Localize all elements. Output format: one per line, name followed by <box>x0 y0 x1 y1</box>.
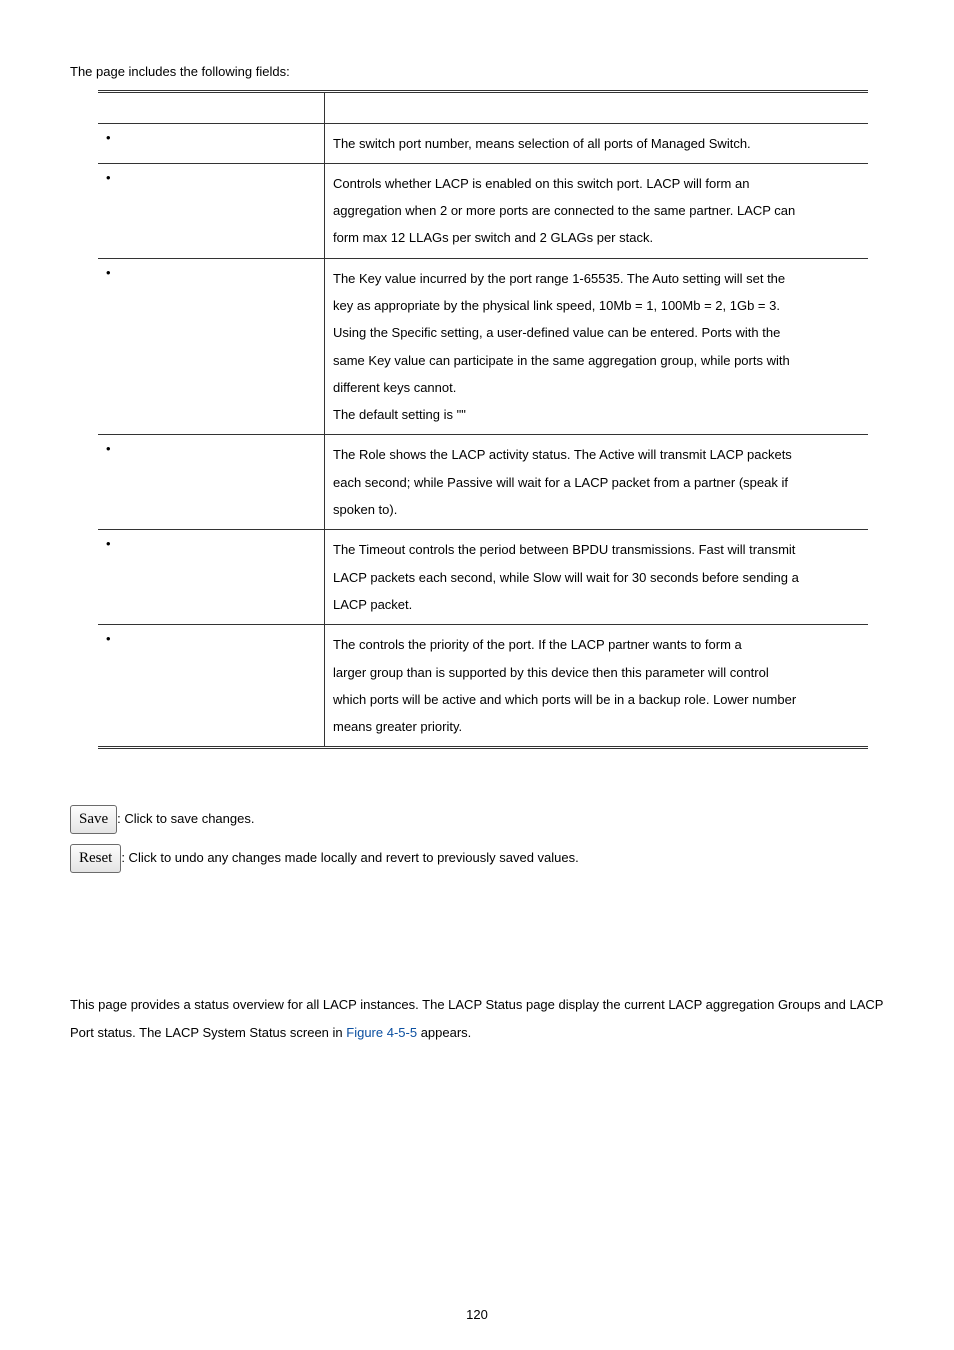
save-button[interactable]: Save <box>70 805 117 834</box>
desc-text: different keys cannot. <box>333 380 456 395</box>
desc-text: The Key value incurred by the port range… <box>333 271 785 286</box>
description-cell: Controls whether LACP is enabled on this… <box>325 163 869 258</box>
description-cell: The switch port number, means selection … <box>325 123 869 163</box>
buttons-block: Save: Click to save changes. Reset: Clic… <box>70 805 884 873</box>
object-cell <box>98 258 325 435</box>
description-line: form max 12 LLAGs per switch and 2 GLAGs… <box>333 224 860 251</box>
desc-text: The switch port number, <box>333 136 475 151</box>
desc-text-after: means selection of all ports of Managed … <box>475 136 750 151</box>
save-description: : Click to save changes. <box>117 812 254 827</box>
object-cell <box>98 435 325 530</box>
desc-text-after: controls the priority of the port. If th… <box>359 637 742 652</box>
figure-link[interactable]: Figure 4-5-5 <box>346 1025 417 1040</box>
table-row: The Timeout controls the period between … <box>98 530 868 625</box>
header-desc <box>325 91 869 123</box>
desc-text: The default setting is " <box>333 407 461 422</box>
description-cell: The Role shows the LACP activity status.… <box>325 435 869 530</box>
desc-text: which ports will be active and which por… <box>333 692 796 707</box>
section-paragraph: This page provides a status overview for… <box>70 991 884 1046</box>
desc-text: The <box>333 637 359 652</box>
object-cell <box>98 163 325 258</box>
desc-text: aggregation when 2 or more ports are con… <box>333 203 795 218</box>
description-cell: The Timeout controls the period between … <box>325 530 869 625</box>
desc-text-after: " <box>461 407 466 422</box>
description-line: each second; while Passive will wait for… <box>333 469 860 496</box>
reset-description: : Click to undo any changes made locally… <box>121 851 578 866</box>
description-line: The default setting is "" <box>333 401 860 428</box>
description-line: spoken to). <box>333 496 860 523</box>
section-body: This page provides a status overview for… <box>70 991 884 1046</box>
description-cell: The Key value incurred by the port range… <box>325 258 869 435</box>
object-cell <box>98 123 325 163</box>
desc-text: larger group than is supported by this d… <box>333 665 769 680</box>
desc-text: LACP packet. <box>333 597 412 612</box>
description-line: same Key value can participate in the sa… <box>333 347 860 374</box>
object-cell <box>98 625 325 748</box>
desc-text: Controls whether LACP is enabled on this… <box>333 176 749 191</box>
reset-button[interactable]: Reset <box>70 844 121 873</box>
description-line: aggregation when 2 or more ports are con… <box>333 197 860 224</box>
description-line: different keys cannot. <box>333 374 860 401</box>
section-para-after: appears. <box>417 1025 471 1040</box>
description-line: The switch port number, means selection … <box>333 130 860 157</box>
desc-text: means greater priority. <box>333 719 462 734</box>
object-cell <box>98 530 325 625</box>
table-row: The controls the priority of the port. I… <box>98 625 868 748</box>
description-line: The controls the priority of the port. I… <box>333 631 860 658</box>
intro-text: The page includes the following fields: <box>70 62 884 82</box>
desc-text: LACP packets each second, while Slow wil… <box>333 570 799 585</box>
header-object <box>98 91 325 123</box>
desc-text: same Key value can participate in the sa… <box>333 353 790 368</box>
table-row: The Role shows the LACP activity status.… <box>98 435 868 530</box>
description-line: The Role shows the LACP activity status.… <box>333 441 860 468</box>
description-line: key as appropriate by the physical link … <box>333 292 860 319</box>
desc-text: form max 12 LLAGs per switch and 2 GLAGs… <box>333 230 653 245</box>
description-line: LACP packet. <box>333 591 860 618</box>
desc-text: The Role shows the LACP activity status.… <box>333 447 792 462</box>
page-number: 120 <box>0 1307 954 1322</box>
description-cell: The controls the priority of the port. I… <box>325 625 869 748</box>
description-line: LACP packets each second, while Slow wil… <box>333 564 860 591</box>
description-line: Controls whether LACP is enabled on this… <box>333 170 860 197</box>
fields-table: The switch port number, means selection … <box>98 90 868 750</box>
description-line: means greater priority. <box>333 713 860 740</box>
description-line: The Key value incurred by the port range… <box>333 265 860 292</box>
description-line: which ports will be active and which por… <box>333 686 860 713</box>
desc-text: The Timeout controls the period between … <box>333 542 795 557</box>
desc-text: each second; while Passive will wait for… <box>333 475 788 490</box>
table-row: The Key value incurred by the port range… <box>98 258 868 435</box>
table-row: The switch port number, means selection … <box>98 123 868 163</box>
desc-text: spoken to). <box>333 502 397 517</box>
description-line: The Timeout controls the period between … <box>333 536 860 563</box>
desc-text: key as appropriate by the physical link … <box>333 298 780 313</box>
description-line: Using the Specific setting, a user-defin… <box>333 319 860 346</box>
table-row: Controls whether LACP is enabled on this… <box>98 163 868 258</box>
desc-text: Using the Specific setting, a user-defin… <box>333 325 780 340</box>
section-para-before: This page provides a status overview for… <box>70 997 883 1039</box>
description-line: larger group than is supported by this d… <box>333 659 860 686</box>
